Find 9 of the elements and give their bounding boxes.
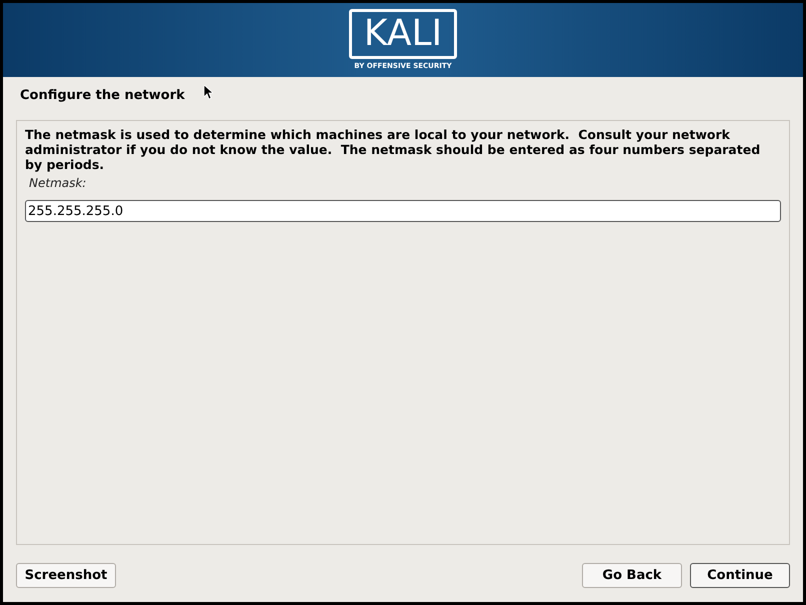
action-button[interactable]: Continue <box>690 563 790 588</box>
field-label: Netmask: <box>29 175 88 192</box>
logo: KALI <box>348 8 458 59</box>
description: The netmask is used to determine which machines are local to your network. Consult your network administrator if you do not know the value. The netmask should be entered as four numbers separated by periods. <box>25 127 762 172</box>
action-button[interactable]: Go Back <box>582 563 682 588</box>
action-button[interactable]: Screenshot <box>16 563 116 588</box>
netmask-field[interactable]: 255.255.255.0 <box>25 200 781 222</box>
page-title: Configure the network <box>20 87 185 106</box>
cursor-icon <box>204 85 213 99</box>
